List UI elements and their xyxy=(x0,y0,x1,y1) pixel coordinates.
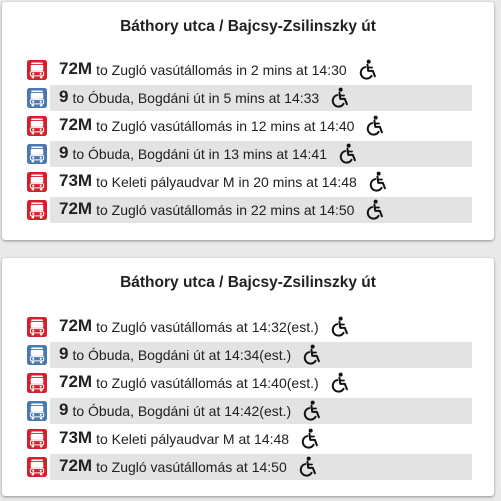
trolleybus-icon xyxy=(27,144,47,164)
departure-text: to Keleti pályaudvar M at 14:48 xyxy=(96,431,290,447)
route-number: 72M xyxy=(59,316,93,335)
departure-list: 72M to Zugló vasútállomás in 2 mins at 14… xyxy=(2,56,494,224)
departure-text: to Óbuda, Bogdáni út in 13 mins at 14:41 xyxy=(72,146,327,162)
departure-row: 73M to Keleti pályaudvar M at 14:48 xyxy=(2,425,494,453)
wheelchair-accessible-icon xyxy=(357,59,377,81)
departure-row: 9 to Óbuda, Bogdáni út in 13 mins at 14:4… xyxy=(2,140,494,168)
route-number: 73M xyxy=(59,428,93,447)
wheelchair-accessible-icon xyxy=(329,372,349,394)
departure-row: 72M to Zugló vasútállomás in 12 mins at 1… xyxy=(2,112,494,140)
departure-text: to Óbuda, Bogdáni út in 5 mins at 14:33 xyxy=(72,90,320,106)
bus-icon xyxy=(27,60,47,80)
departure-text: to Zugló vasútállomás at 14:32(est.) xyxy=(96,319,319,335)
departures-card-schedule: Báthory utca / Bajcsy-Zsilinszky út 72M t… xyxy=(2,258,494,496)
wheelchair-accessible-icon xyxy=(364,199,384,221)
route-number: 72M xyxy=(59,199,93,218)
trolleybus-icon xyxy=(27,88,47,108)
departure-text: to Óbuda, Bogdáni út at 14:42(est.) xyxy=(72,403,292,419)
bus-icon xyxy=(27,457,47,477)
wheelchair-accessible-icon xyxy=(329,87,349,109)
bus-icon xyxy=(27,429,47,449)
route-number: 72M xyxy=(59,59,93,78)
departure-row: 73M to Keleti pályaudvar M in 20 mins at … xyxy=(2,168,494,196)
route-number: 72M xyxy=(59,456,93,475)
wheelchair-accessible-icon xyxy=(297,456,317,478)
departure-row: 72M to Zugló vasútállomás at 14:32(est.) xyxy=(2,313,494,341)
departure-text: to Zugló vasútállomás in 2 mins at 14:30 xyxy=(96,62,347,78)
departures-card-realtime: Báthory utca / Bajcsy-Zsilinszky út 72M t… xyxy=(2,2,494,240)
route-number: 9 xyxy=(59,400,69,419)
bus-icon xyxy=(27,317,47,337)
route-number: 73M xyxy=(59,171,93,190)
departure-text: to Zugló vasútállomás in 12 mins at 14:4… xyxy=(96,118,355,134)
route-number: 9 xyxy=(59,344,69,363)
departure-list: 72M to Zugló vasútállomás at 14:32(est.) … xyxy=(2,313,494,481)
wheelchair-accessible-icon xyxy=(301,344,321,366)
departure-row: 72M to Zugló vasútállomás in 22 mins at 1… xyxy=(2,196,494,224)
bus-icon xyxy=(27,200,47,220)
stop-title: Báthory utca / Bajcsy-Zsilinszky út xyxy=(120,274,376,291)
route-number: 72M xyxy=(59,372,93,391)
departure-row: 9 to Óbuda, Bogdáni út at 14:34(est.) xyxy=(2,341,494,369)
route-number: 72M xyxy=(59,115,93,134)
departure-row: 72M to Zugló vasútállomás in 2 mins at 14… xyxy=(2,56,494,84)
bus-icon xyxy=(27,116,47,136)
departure-text: to Zugló vasútállomás in 22 mins at 14:5… xyxy=(96,202,355,218)
departure-row: 72M to Zugló vasútállomás at 14:50 xyxy=(2,453,494,481)
stop-title: Báthory utca / Bajcsy-Zsilinszky út xyxy=(120,18,376,35)
wheelchair-accessible-icon xyxy=(337,143,357,165)
departure-text: to Óbuda, Bogdáni út at 14:34(est.) xyxy=(72,347,292,363)
departure-text: to Keleti pályaudvar M in 20 mins at 14:… xyxy=(96,174,357,190)
departure-row: 9 to Óbuda, Bogdáni út at 14:42(est.) xyxy=(2,397,494,425)
departure-text: to Zugló vasútállomás at 14:50 xyxy=(96,459,287,475)
departure-text: to Zugló vasútállomás at 14:40(est.) xyxy=(96,375,319,391)
route-number: 9 xyxy=(59,143,69,162)
wheelchair-accessible-icon xyxy=(367,171,387,193)
wheelchair-accessible-icon xyxy=(364,115,384,137)
departure-row: 9 to Óbuda, Bogdáni út in 5 mins at 14:33 xyxy=(2,84,494,112)
trolleybus-icon xyxy=(27,345,47,365)
wheelchair-accessible-icon xyxy=(301,400,321,422)
wheelchair-accessible-icon xyxy=(299,428,319,450)
departure-row: 72M to Zugló vasútállomás at 14:40(est.) xyxy=(2,369,494,397)
trolleybus-icon xyxy=(27,401,47,421)
wheelchair-accessible-icon xyxy=(329,316,349,338)
bus-icon xyxy=(27,172,47,192)
route-number: 9 xyxy=(59,87,69,106)
bus-icon xyxy=(27,373,47,393)
